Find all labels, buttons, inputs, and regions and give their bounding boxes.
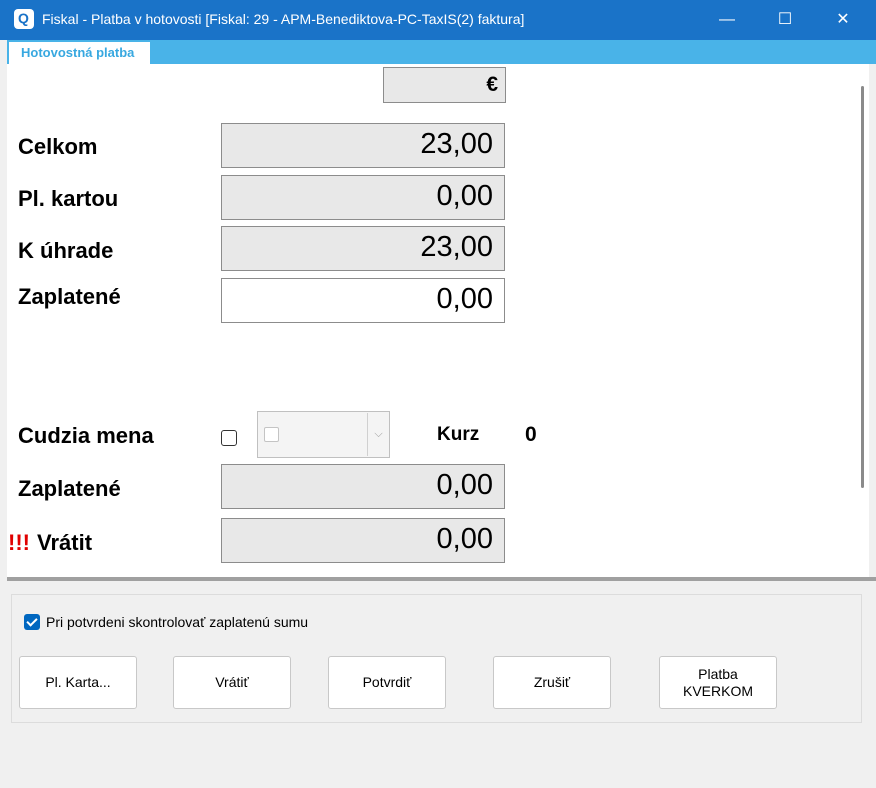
verkom-payment-button[interactable]: Platba KVERKOM: [659, 656, 777, 709]
paid-input[interactable]: 0,00: [221, 278, 505, 323]
foreign-paid-label: Zaplatené: [18, 476, 121, 501]
title-bar: Fiskal - Platba v hotovosti [Fiskal: 29 …: [0, 0, 876, 40]
warning-marks: !!!: [8, 530, 30, 555]
chevron-down-icon[interactable]: ⌵: [367, 413, 389, 456]
verify-sum-label[interactable]: Pri potvrdeni skontrolovať zaplatenú sum…: [46, 614, 308, 630]
return-button[interactable]: Vrátiť: [173, 656, 291, 709]
rate-value: 0: [525, 423, 537, 446]
currency-select[interactable]: ⌵: [257, 411, 390, 458]
close-button[interactable]: ✕: [814, 0, 872, 40]
total-label: Celkom: [18, 134, 98, 159]
total-field: 23,00: [221, 123, 505, 168]
maximize-button[interactable]: ☐: [756, 0, 814, 40]
currency-select-checkbox: [264, 427, 279, 442]
cancel-button[interactable]: Zrušiť: [493, 656, 611, 709]
foreign-currency-label: Cudzia mena: [18, 423, 154, 448]
scrollbar-thumb[interactable]: [861, 86, 864, 488]
card-payment-button[interactable]: Pl. Karta...: [19, 656, 137, 709]
tab-strip: Hotovostná platba: [7, 40, 876, 64]
to-pay-field: 23,00: [221, 226, 505, 271]
to-pay-label: K úhrade: [18, 238, 114, 263]
return-label: Vrátit: [37, 530, 93, 555]
rate-label: Kurz: [437, 424, 480, 445]
verify-sum-checkbox[interactable]: [24, 614, 40, 630]
divider: [7, 577, 876, 581]
card-paid-label: Pl. kartou: [18, 186, 119, 211]
card-paid-field: 0,00: [221, 175, 505, 220]
minimize-button[interactable]: —: [698, 0, 756, 40]
foreign-currency-checkbox[interactable]: [221, 430, 237, 446]
vertical-scrollbar[interactable]: [855, 64, 869, 577]
window-title: Fiskal - Platba v hotovosti [Fiskal: 29 …: [42, 11, 525, 27]
tab-cash-payment[interactable]: Hotovostná platba: [9, 42, 150, 64]
confirm-button[interactable]: Potvrdiť: [328, 656, 446, 709]
paid-label: Zaplatené: [18, 284, 121, 309]
foreign-paid-field: 0,00: [221, 464, 505, 509]
return-field: 0,00: [221, 518, 505, 563]
currency-box: €: [383, 67, 506, 103]
app-icon: [14, 9, 34, 29]
